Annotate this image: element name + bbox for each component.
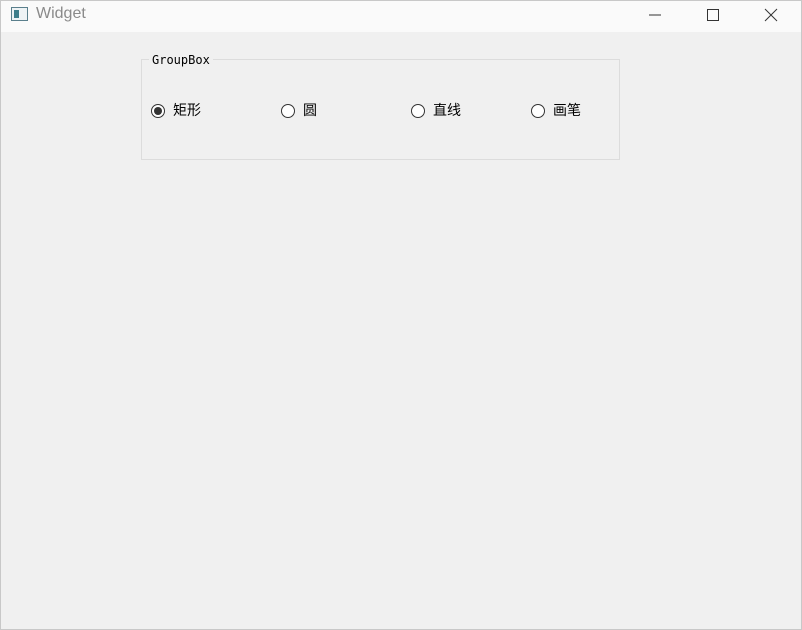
radio-line[interactable]: 直线 xyxy=(411,102,461,120)
radio-indicator[interactable] xyxy=(411,104,425,118)
maximize-button[interactable] xyxy=(685,1,741,29)
title-bar[interactable]: Widget xyxy=(1,1,801,32)
radio-indicator[interactable] xyxy=(151,104,165,118)
maximize-icon xyxy=(707,9,719,21)
window-title: Widget xyxy=(36,5,86,22)
radio-circle-shape[interactable]: 圆 xyxy=(281,102,317,120)
minimize-icon xyxy=(649,14,661,16)
radio-indicator[interactable] xyxy=(281,104,295,118)
groupbox-title: GroupBox xyxy=(149,51,213,69)
radio-label: 画笔 xyxy=(553,103,581,119)
app-icon xyxy=(11,7,28,21)
radio-label: 矩形 xyxy=(173,103,201,119)
radio-label: 圆 xyxy=(303,103,317,119)
radio-label: 直线 xyxy=(433,103,461,119)
minimize-button[interactable] xyxy=(627,1,683,29)
radio-rectangle[interactable]: 矩形 xyxy=(151,102,201,120)
close-button[interactable] xyxy=(743,1,799,29)
radio-indicator[interactable] xyxy=(531,104,545,118)
radio-pen[interactable]: 画笔 xyxy=(531,102,581,120)
close-icon xyxy=(764,8,778,22)
